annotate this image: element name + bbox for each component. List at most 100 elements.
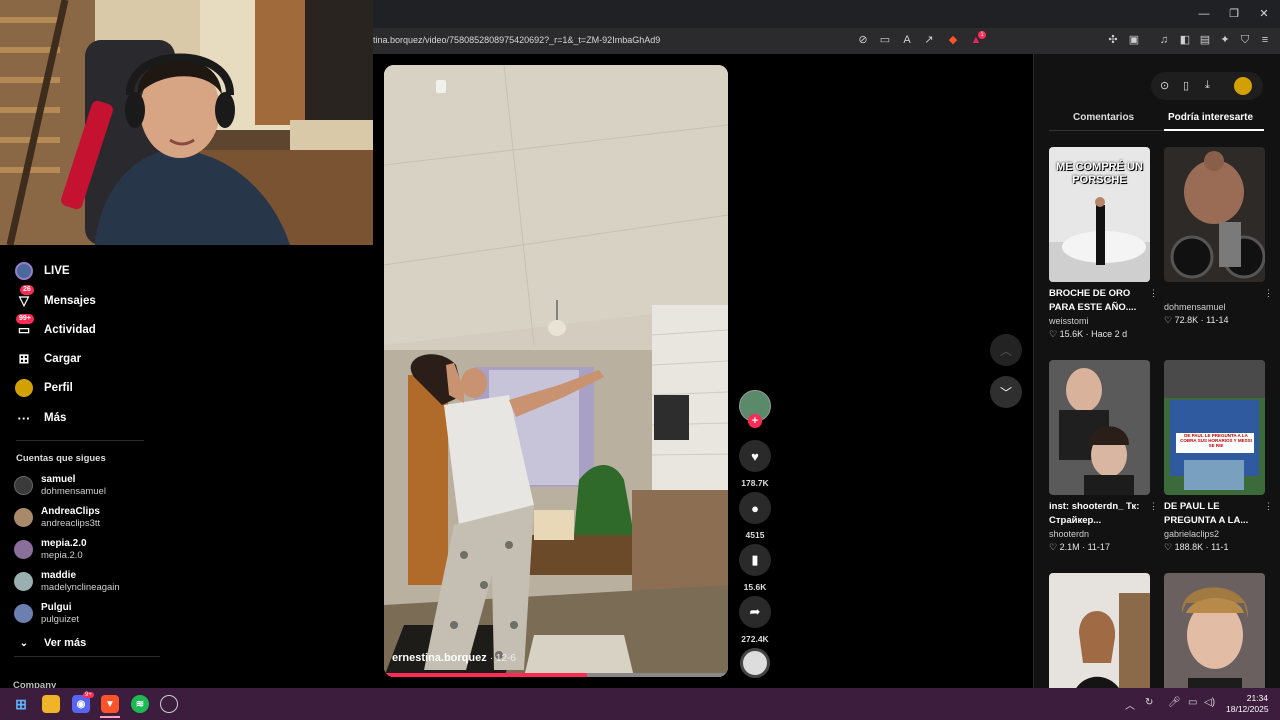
author-avatar-button[interactable]: +: [739, 390, 771, 428]
recommended-card[interactable]: ME COMPRÉ UN PORSCHE BROCHE DE ORO PARA …: [1049, 147, 1158, 341]
recommended-card[interactable]: dohmensamuel ♡ 72.8K · 11-14 ⋮: [1164, 147, 1273, 327]
steam-icon[interactable]: [160, 695, 178, 713]
thumbnail-image: [1049, 360, 1150, 495]
video-thumbnail: [1164, 573, 1265, 688]
tray-expand-icon[interactable]: ︿: [1125, 697, 1135, 712]
following-name: samuel: [41, 473, 76, 485]
more-vertical-icon[interactable]: ⋮: [1264, 501, 1273, 512]
windows-start-icon[interactable]: ⊞: [12, 695, 30, 713]
card-title: inst: shooterdn_ Тк: Страйкер...: [1049, 501, 1140, 526]
tab-comments[interactable]: Comentarios: [1073, 112, 1134, 123]
sidebar-item-activity[interactable]: ▭ 99+ Actividad: [14, 314, 96, 341]
minimize-icon[interactable]: —: [1196, 6, 1212, 22]
url-text[interactable]: tina.borquez/video/7580852808975420692?_…: [373, 35, 660, 45]
card-title: [1164, 287, 1265, 301]
music-icon[interactable]: ♫: [1157, 33, 1171, 47]
sidebar-item-profile[interactable]: Perfil: [14, 377, 73, 399]
following-item[interactable]: maddie madelynclineagain: [14, 567, 120, 595]
share-button[interactable]: ➦ 272.4K: [739, 596, 771, 644]
thumbnail-image: [1164, 360, 1265, 495]
thumbnail-image: [1164, 147, 1265, 282]
microphone-icon[interactable]: 🎤︎: [1168, 697, 1181, 708]
recommended-card[interactable]: [1164, 573, 1265, 688]
tab-recommended[interactable]: Podría interesarte: [1168, 112, 1253, 123]
close-icon[interactable]: ✕: [1256, 6, 1272, 22]
compass-icon[interactable]: ⊙: [1160, 79, 1169, 92]
paper-plane-icon: ▽ 26: [14, 285, 34, 311]
sidebar-icon[interactable]: ◧: [1178, 33, 1192, 47]
active-app-indicator: [100, 716, 120, 718]
card-date: 11-14: [1206, 315, 1229, 325]
phone-icon[interactable]: ▯: [1183, 79, 1189, 92]
recommended-card[interactable]: DE PAUL LE PREGUNTA A LA COBRA SUS HORAR…: [1164, 360, 1273, 554]
activity-badge: 99+: [16, 314, 34, 324]
card-user: dohmensamuel: [1164, 302, 1226, 312]
following-item[interactable]: mepia.2.0 mepia.2.0: [14, 535, 87, 563]
cast-icon[interactable]: ▭: [878, 33, 892, 47]
file-explorer-icon[interactable]: [42, 695, 60, 713]
thumbnail-image: [1164, 573, 1265, 688]
recommended-card[interactable]: inst: shooterdn_ Тк: Страйкер... shooter…: [1049, 360, 1158, 554]
brave-shield-icon[interactable]: ◆: [946, 33, 960, 47]
sidebar-item-label: Más: [44, 412, 67, 424]
sync-icon[interactable]: ↻: [1145, 697, 1153, 708]
translate-icon[interactable]: A: [900, 33, 914, 47]
vpn-icon[interactable]: ⛉: [1238, 33, 1252, 47]
follow-plus-icon[interactable]: +: [748, 414, 762, 428]
see-more-button[interactable]: ⌄ Ver más: [14, 632, 86, 654]
sidebar-item-more[interactable]: ··· Más: [14, 407, 67, 429]
card-stats: ♡ 2.1M · 11-17: [1049, 541, 1150, 554]
taskbar-clock[interactable]: 21:34 18/12/2025: [1226, 693, 1269, 715]
next-video-button[interactable]: ﹀: [990, 376, 1022, 408]
progress-bar[interactable]: [384, 673, 728, 677]
network-icon[interactable]: ▭: [1188, 697, 1197, 708]
like-button[interactable]: ♥ 178.7K: [739, 440, 771, 488]
more-vertical-icon[interactable]: ⋮: [1264, 288, 1273, 299]
user-avatar[interactable]: [1234, 77, 1252, 95]
card-user: gabrielaclips2: [1164, 529, 1220, 539]
save-count: 15.6K: [743, 582, 767, 592]
extensions-icon[interactable]: ✣: [1106, 33, 1120, 47]
more-vertical-icon[interactable]: ⋮: [1149, 501, 1158, 512]
more-vertical-icon[interactable]: ⋮: [1149, 288, 1158, 299]
spotify-icon[interactable]: ≋: [131, 695, 149, 713]
heart-outline-icon: ♡: [1164, 315, 1175, 325]
sidebar-item-messages[interactable]: ▽ 26 Mensajes: [14, 285, 96, 312]
no-tracking-icon[interactable]: ⊘: [856, 33, 870, 47]
menu-icon[interactable]: ≡: [1258, 33, 1272, 47]
brave-browser-icon[interactable]: ▼: [101, 695, 119, 713]
sidebar-item-label: LIVE: [44, 265, 70, 277]
clock-time: 21:34: [1246, 693, 1268, 703]
save-button[interactable]: ▮ 15.6K: [739, 544, 771, 592]
screenshot-icon[interactable]: ▣: [1127, 33, 1141, 47]
following-handle: mepia.2.0: [41, 549, 83, 561]
stats-separator: ·: [1203, 542, 1212, 552]
volume-icon[interactable]: ◁): [1204, 697, 1215, 708]
share-icon[interactable]: ↗: [922, 33, 936, 47]
video-frame: [384, 65, 728, 677]
download-icon[interactable]: ⤓: [1205, 79, 1210, 92]
following-item[interactable]: AndreaClips andreaclips3tt: [14, 503, 100, 531]
comment-button[interactable]: ● 4515: [739, 492, 771, 540]
following-name: AndreaClips: [41, 505, 100, 517]
video-player[interactable]: ernestina.borquez · 12-6: [384, 65, 728, 677]
leo-ai-icon[interactable]: ✦: [1218, 33, 1232, 47]
discord-badge: 9+: [83, 692, 94, 698]
sound-disc-button[interactable]: [739, 648, 771, 678]
recommended-card[interactable]: [1049, 573, 1150, 688]
video-author[interactable]: ernestina.borquez: [392, 652, 487, 664]
previous-video-button[interactable]: ︿: [990, 334, 1022, 366]
live-icon: [14, 261, 34, 281]
following-item[interactable]: samuel dohmensamuel: [14, 471, 106, 499]
wallet-icon[interactable]: ▤: [1198, 33, 1212, 47]
thumbnail-caption: ME COMPRÉ UN PORSCHE: [1056, 161, 1143, 186]
sidebar-item-upload[interactable]: ⊞ Cargar: [14, 348, 82, 370]
restore-icon[interactable]: ❐: [1226, 6, 1242, 22]
video-author-line[interactable]: ernestina.borquez · 12-6: [392, 652, 516, 664]
following-item[interactable]: Pulgui pulguizet: [14, 599, 79, 627]
avatar: [14, 571, 33, 591]
sidebar-item-live[interactable]: LIVE: [14, 260, 70, 282]
inbox-icon: ▭ 99+: [14, 314, 34, 340]
avatar: [14, 507, 33, 527]
progress-fill: [384, 673, 587, 677]
